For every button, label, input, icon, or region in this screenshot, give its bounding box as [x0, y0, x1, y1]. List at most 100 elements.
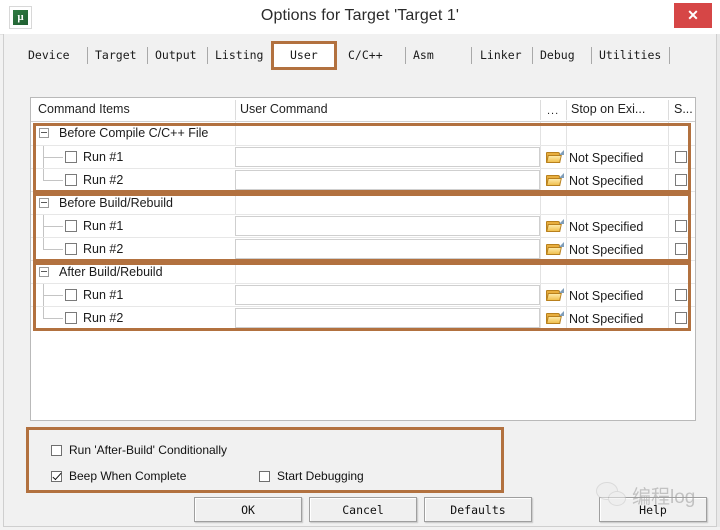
group-label: After Build/Rebuild	[59, 265, 163, 279]
cancel-button[interactable]: Cancel	[309, 497, 417, 522]
cell-divider	[235, 261, 236, 283]
dialog-body: Device Target Output Listing User C/C++ …	[3, 34, 717, 527]
column-header-stop-on-exit[interactable]: Stop on Exi...	[571, 102, 645, 116]
column-divider[interactable]	[540, 100, 541, 120]
collapse-icon[interactable]	[39, 128, 49, 138]
s-checkbox[interactable]	[675, 312, 687, 324]
column-header-s[interactable]: S...	[674, 102, 693, 116]
option-beep-when-complete[interactable]: Beep When Complete	[51, 469, 186, 483]
tab-listing[interactable]: Listing	[215, 48, 263, 62]
table-header: Command Items User Command ... Stop on E…	[31, 98, 695, 122]
group-cell: Before Build/Rebuild	[31, 192, 234, 214]
table-row[interactable]: Run #1 Not Specified	[31, 283, 695, 306]
s-checkbox[interactable]	[675, 151, 687, 163]
help-button[interactable]: Help	[599, 497, 707, 522]
run-checkbox[interactable]	[65, 312, 77, 324]
ok-button[interactable]: OK	[194, 497, 302, 522]
run-checkbox[interactable]	[65, 243, 77, 255]
stop-on-exit-value[interactable]: Not Specified	[569, 218, 665, 236]
column-header-user-command[interactable]: User Command	[240, 102, 328, 116]
run-cell: Run #1	[31, 146, 234, 168]
s-checkbox[interactable]	[675, 174, 687, 186]
run-checkbox[interactable]	[65, 220, 77, 232]
tab-output[interactable]: Output	[155, 48, 197, 62]
tab-separator	[532, 47, 533, 64]
tree-line	[43, 180, 63, 181]
stop-on-exit-value[interactable]: Not Specified	[569, 241, 665, 259]
folder-open-icon[interactable]	[542, 148, 566, 167]
cell-divider	[668, 146, 669, 168]
run-after-build-checkbox[interactable]	[51, 444, 62, 456]
group-cell: After Build/Rebuild	[31, 261, 234, 283]
cell-divider	[540, 169, 541, 191]
table-row[interactable]: Run #2 Not Specified	[31, 306, 695, 329]
group-cell: Before Compile C/C++ File	[31, 122, 234, 145]
cell-divider	[540, 238, 541, 260]
table-row[interactable]: Run #1 Not Specified	[31, 145, 695, 168]
user-command-input[interactable]	[235, 170, 540, 190]
cell-divider	[566, 169, 567, 191]
folder-open-icon[interactable]	[542, 240, 566, 259]
column-header-command-items[interactable]: Command Items	[38, 102, 130, 116]
tab-utilities[interactable]: Utilities	[599, 48, 661, 62]
cell-divider	[235, 192, 236, 214]
cell-divider	[668, 307, 669, 329]
table-row-group[interactable]: After Build/Rebuild	[31, 260, 695, 283]
run-checkbox[interactable]	[65, 151, 77, 163]
run-checkbox[interactable]	[65, 174, 77, 186]
defaults-button[interactable]: Defaults	[424, 497, 532, 522]
close-icon[interactable]: ✕	[674, 3, 712, 28]
tab-asm[interactable]: Asm	[413, 48, 434, 62]
s-checkbox[interactable]	[675, 289, 687, 301]
folder-open-icon[interactable]	[542, 309, 566, 328]
tab-linker[interactable]: Linker	[480, 48, 522, 62]
cell-divider	[540, 307, 541, 329]
user-command-input[interactable]	[235, 239, 540, 259]
tab-debug[interactable]: Debug	[540, 48, 575, 62]
cell-divider	[668, 215, 669, 237]
user-command-input[interactable]	[235, 308, 540, 328]
cell-divider	[668, 238, 669, 260]
user-command-input[interactable]	[235, 216, 540, 236]
cell-divider	[566, 261, 567, 283]
run-cell: Run #2	[31, 307, 234, 329]
table-row[interactable]: Run #2 Not Specified	[31, 237, 695, 260]
run-label: Run #1	[83, 150, 124, 164]
tree-line	[43, 226, 63, 227]
collapse-icon[interactable]	[39, 198, 49, 208]
option-start-debugging[interactable]: Start Debugging	[259, 469, 364, 483]
stop-on-exit-value[interactable]: Not Specified	[569, 287, 665, 305]
folder-open-icon[interactable]	[542, 217, 566, 236]
folder-open-icon[interactable]	[542, 286, 566, 305]
column-divider[interactable]	[235, 100, 236, 120]
tab-cpp[interactable]: C/C++	[348, 48, 383, 62]
stop-on-exit-value[interactable]: Not Specified	[569, 310, 665, 328]
user-commands-table: Command Items User Command ... Stop on E…	[30, 97, 696, 421]
cell-divider	[668, 284, 669, 306]
option-label: Start Debugging	[277, 469, 364, 483]
column-divider[interactable]	[668, 100, 669, 120]
stop-on-exit-value[interactable]: Not Specified	[569, 172, 665, 190]
tree-line	[43, 249, 63, 250]
option-run-after-build-conditionally[interactable]: Run 'After-Build' Conditionally	[51, 443, 227, 457]
page-title: Options for Target 'Target 1'	[260, 7, 460, 24]
start-debugging-checkbox[interactable]	[259, 470, 270, 482]
table-row-group[interactable]: Before Build/Rebuild	[31, 191, 695, 214]
beep-when-complete-checkbox[interactable]	[51, 470, 62, 482]
s-checkbox[interactable]	[675, 220, 687, 232]
user-command-input[interactable]	[235, 285, 540, 305]
collapse-icon[interactable]	[39, 267, 49, 277]
stop-on-exit-value[interactable]: Not Specified	[569, 149, 665, 167]
user-command-input[interactable]	[235, 147, 540, 167]
tab-device[interactable]: Device	[28, 48, 70, 62]
table-row[interactable]: Run #2 Not Specified	[31, 168, 695, 191]
tab-target[interactable]: Target	[95, 48, 137, 62]
column-divider[interactable]	[566, 100, 567, 120]
run-checkbox[interactable]	[65, 289, 77, 301]
column-header-dots[interactable]: ...	[547, 105, 559, 117]
s-checkbox[interactable]	[675, 243, 687, 255]
folder-open-icon[interactable]	[542, 171, 566, 190]
table-row[interactable]: Run #1 Not Specified	[31, 214, 695, 237]
table-row-group[interactable]: Before Compile C/C++ File	[31, 122, 695, 145]
tab-user[interactable]: User	[271, 41, 337, 70]
